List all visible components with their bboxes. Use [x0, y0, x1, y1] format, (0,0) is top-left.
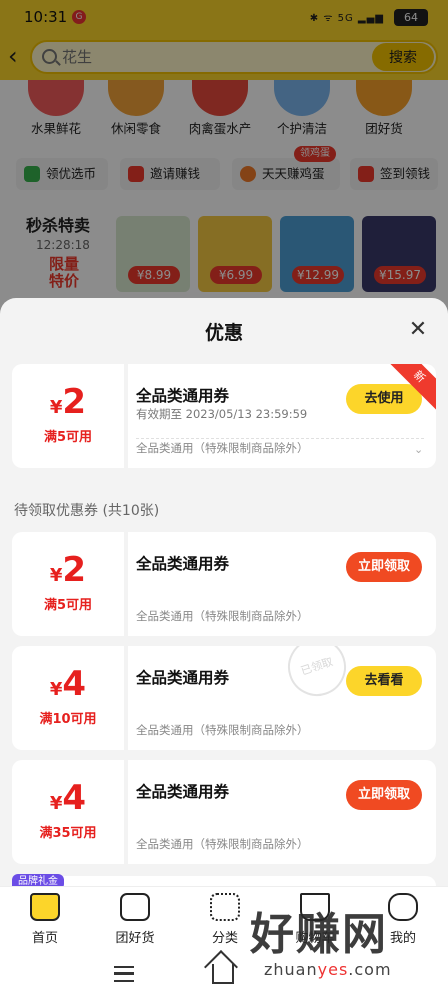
- currency-symbol: ¥: [49, 565, 63, 586]
- watermark-url-highlight: yes: [317, 960, 349, 979]
- menu-icon[interactable]: [114, 966, 134, 982]
- coupon-validity: 有效期至 2023/05/13 23:59:59: [136, 407, 308, 421]
- coupon-info-panel: 全品类通用券 立即领取 全品类通用（特殊限制商品除外）: [128, 532, 436, 636]
- claim-coupon-button[interactable]: 立即领取: [346, 780, 422, 810]
- home-nav-icon[interactable]: [212, 964, 234, 984]
- coupon-amount: ¥4: [12, 778, 124, 818]
- coupon-amount-value: 2: [62, 550, 87, 590]
- coupon-amount-value: 2: [62, 382, 87, 422]
- claim-coupon-button[interactable]: 立即领取: [346, 552, 422, 582]
- coupon-condition: 满35可用: [39, 826, 97, 841]
- coupon-name: 全品类通用券: [136, 783, 230, 801]
- close-icon[interactable]: ✕: [406, 318, 430, 342]
- coupon-condition: 满5可用: [43, 598, 93, 613]
- watermark-url: zhuanyes.com: [264, 960, 392, 979]
- coupon-card: ¥4 满10可用 已领取 全品类通用券 去看看 全品类通用（特殊限制商品除外）: [12, 646, 436, 750]
- tab-group-goods[interactable]: 团好货: [90, 887, 180, 957]
- coupon-value-panel: ¥2 满5可用: [12, 532, 124, 636]
- coupon-divider: [136, 438, 424, 439]
- pending-coupons-label: 待领取优惠券 (共10张): [14, 503, 160, 519]
- currency-symbol: ¥: [49, 679, 63, 700]
- coupon-card: ¥4 满35可用 全品类通用券 立即领取 全品类通用（特殊限制商品除外）: [12, 760, 436, 864]
- coupon-value-panel: ¥2 满5可用: [12, 364, 124, 468]
- watermark-text: 好赚网: [250, 909, 388, 960]
- coupon-scope: 全品类通用（特殊限制商品除外）: [136, 723, 309, 737]
- claimed-stamp: 已领取: [280, 646, 354, 704]
- tab-label: 团好货: [115, 931, 155, 946]
- chevron-down-icon[interactable]: ⌄: [414, 444, 426, 456]
- coupon-info-panel: 已领取 全品类通用券 去看看 全品类通用（特殊限制商品除外）: [128, 646, 436, 750]
- coupon-info-panel: 全品类通用券 立即领取 全品类通用（特殊限制商品除外）: [128, 760, 436, 864]
- coupon-info-panel: 全品类通用券 有效期至 2023/05/13 23:59:59 去使用 全品类通…: [128, 364, 436, 468]
- coupon-value-panel: ¥4 满10可用: [12, 646, 124, 750]
- bag-icon: [120, 893, 150, 921]
- coupon-value-panel: ¥4 满35可用: [12, 760, 124, 864]
- coupon-scope: 全品类通用（特殊限制商品除外）: [136, 837, 309, 851]
- home-icon: [30, 893, 60, 921]
- grid-icon: [210, 893, 240, 921]
- currency-symbol: ¥: [49, 793, 63, 814]
- currency-symbol: ¥: [49, 397, 63, 418]
- use-coupon-button[interactable]: 去使用: [346, 384, 422, 414]
- coupon-card: ¥2 满5可用 全品类通用券 立即领取 全品类通用（特殊限制商品除外）: [12, 532, 436, 636]
- view-coupon-button[interactable]: 去看看: [346, 666, 422, 696]
- coupon-amount: ¥2: [12, 382, 124, 422]
- coupon-amount: ¥2: [12, 550, 124, 590]
- coupon-condition: 满5可用: [43, 430, 93, 445]
- watermark-url-part: zhuan: [264, 960, 318, 979]
- coupon-amount-value: 4: [62, 664, 87, 704]
- coupon-name: 全品类通用券: [136, 387, 230, 405]
- coupon-condition: 满10可用: [39, 712, 97, 727]
- coupon-card: ¥2 满5可用 全品类通用券 有效期至 2023/05/13 23:59:59 …: [12, 364, 436, 468]
- tab-home[interactable]: 首页: [0, 887, 90, 957]
- coupon-name: 全品类通用券: [136, 669, 230, 687]
- sheet-title: 优惠: [204, 322, 243, 344]
- tab-label: 首页: [31, 931, 58, 946]
- coupon-name: 全品类通用券: [136, 555, 230, 573]
- watermark-url-part: .com: [348, 960, 392, 979]
- coupon-scope: 全品类通用（特殊限制商品除外）: [136, 441, 309, 455]
- coupon-amount-value: 4: [62, 778, 87, 818]
- coupon-amount: ¥4: [12, 664, 124, 704]
- rabbit-icon: [388, 893, 418, 921]
- coupon-scope: 全品类通用（特殊限制商品除外）: [136, 609, 309, 623]
